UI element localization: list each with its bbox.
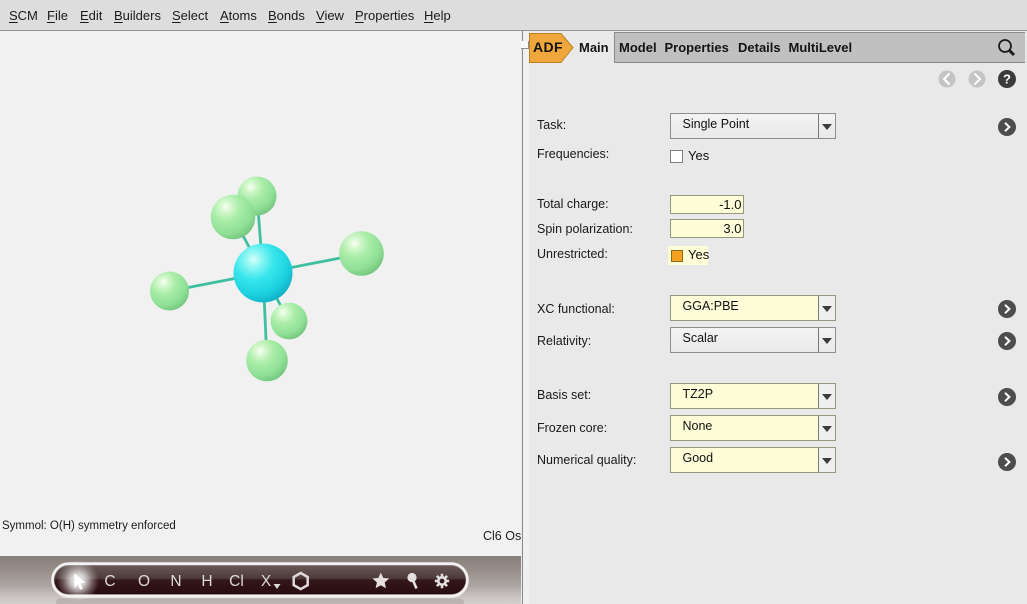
svg-text:C: C xyxy=(104,573,115,590)
svg-text:X: X xyxy=(261,573,272,590)
svg-text:?: ? xyxy=(1003,72,1011,87)
svg-text:Cl: Cl xyxy=(229,573,244,590)
svg-text:N: N xyxy=(170,573,181,590)
svg-text:O: O xyxy=(138,573,150,590)
svg-text:H: H xyxy=(201,573,212,590)
